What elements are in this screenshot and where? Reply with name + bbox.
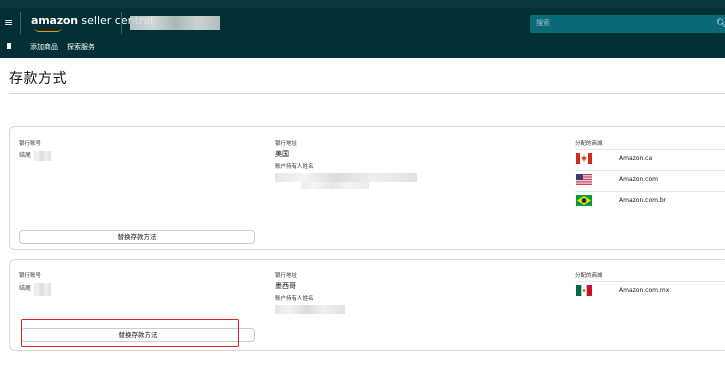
account-name-redacted[interactable] <box>130 16 220 30</box>
account-holder-label: 账户持有人姓名 <box>275 296 314 302</box>
title-divider <box>9 93 725 94</box>
divider <box>20 12 21 34</box>
canada-flag-icon <box>576 153 592 164</box>
bank-account-redacted <box>34 283 51 296</box>
brazil-flag-icon <box>576 195 592 206</box>
marketplace-name: Amazon.com.mx <box>619 287 670 294</box>
menu-icon[interactable]: ≡ <box>4 16 15 30</box>
list-item: Amazon.com.mx <box>575 281 725 302</box>
marketplace-name: Amazon.com.br <box>619 197 667 204</box>
annotation-highlight-box <box>21 319 239 347</box>
bank-account-value: 结尾 <box>19 152 32 159</box>
replace-deposit-method-button[interactable]: 替换存款方法 <box>19 230 255 244</box>
nav-explore-services[interactable]: 探索服务 <box>67 43 95 52</box>
search-placeholder: 搜索 <box>536 19 550 27</box>
marketplace-name: Amazon.ca <box>619 155 653 162</box>
bookmark-icon[interactable] <box>7 43 11 49</box>
divider <box>121 12 122 34</box>
page-title: 存款方式 <box>9 71 67 87</box>
deposit-method-card: 银行账号 结尾 银行地址 美国 账户持有人姓名 分配的商城 Amazon.ca … <box>9 126 725 250</box>
sub-navigation: 添加商品 探索服务 <box>0 37 725 58</box>
nav-add-product[interactable]: 添加商品 <box>30 43 58 52</box>
search-input[interactable]: 搜索 <box>530 15 716 33</box>
account-holder-redacted <box>275 305 345 314</box>
bank-address-label: 银行地址 <box>275 141 298 147</box>
list-item: Amazon.com <box>575 170 725 191</box>
usa-flag-icon <box>576 174 592 185</box>
bank-account-redacted <box>34 151 51 161</box>
logo-brand: amazon <box>31 14 78 27</box>
account-holder-redacted <box>301 182 369 189</box>
mexico-flag-icon <box>576 285 592 296</box>
top-bar: ≡ amazon seller central 搜索 🔍︎ <box>0 0 725 37</box>
marketplace-list: Amazon.ca Amazon.com Amazon.com.br <box>575 149 725 212</box>
marketplace-list: Amazon.com.mx <box>575 281 725 302</box>
account-holder-redacted <box>275 173 417 182</box>
search-button[interactable]: 🔍︎ <box>716 15 725 33</box>
marketplaces-label: 分配的商城 <box>575 273 603 279</box>
bank-account-label: 银行账号 <box>19 273 42 279</box>
bank-address-label: 银行地址 <box>275 273 298 279</box>
list-item: Amazon.ca <box>575 149 725 170</box>
logo-smile-icon <box>34 27 62 32</box>
marketplace-name: Amazon.com <box>619 176 658 183</box>
search-icon: 🔍︎ <box>716 19 725 29</box>
bank-account-value: 结尾 <box>19 285 32 292</box>
bank-address-value: 美国 <box>275 150 289 158</box>
deposit-method-card: 银行账号 结尾 银行地址 墨西哥 账户持有人姓名 分配的商城 Amazon.co… <box>9 259 725 351</box>
marketplaces-label: 分配的商城 <box>575 141 603 147</box>
bank-address-value: 墨西哥 <box>275 282 296 290</box>
account-holder-label: 账户持有人姓名 <box>275 164 314 170</box>
list-item: Amazon.com.br <box>575 191 725 212</box>
bank-account-label: 银行账号 <box>19 141 42 147</box>
